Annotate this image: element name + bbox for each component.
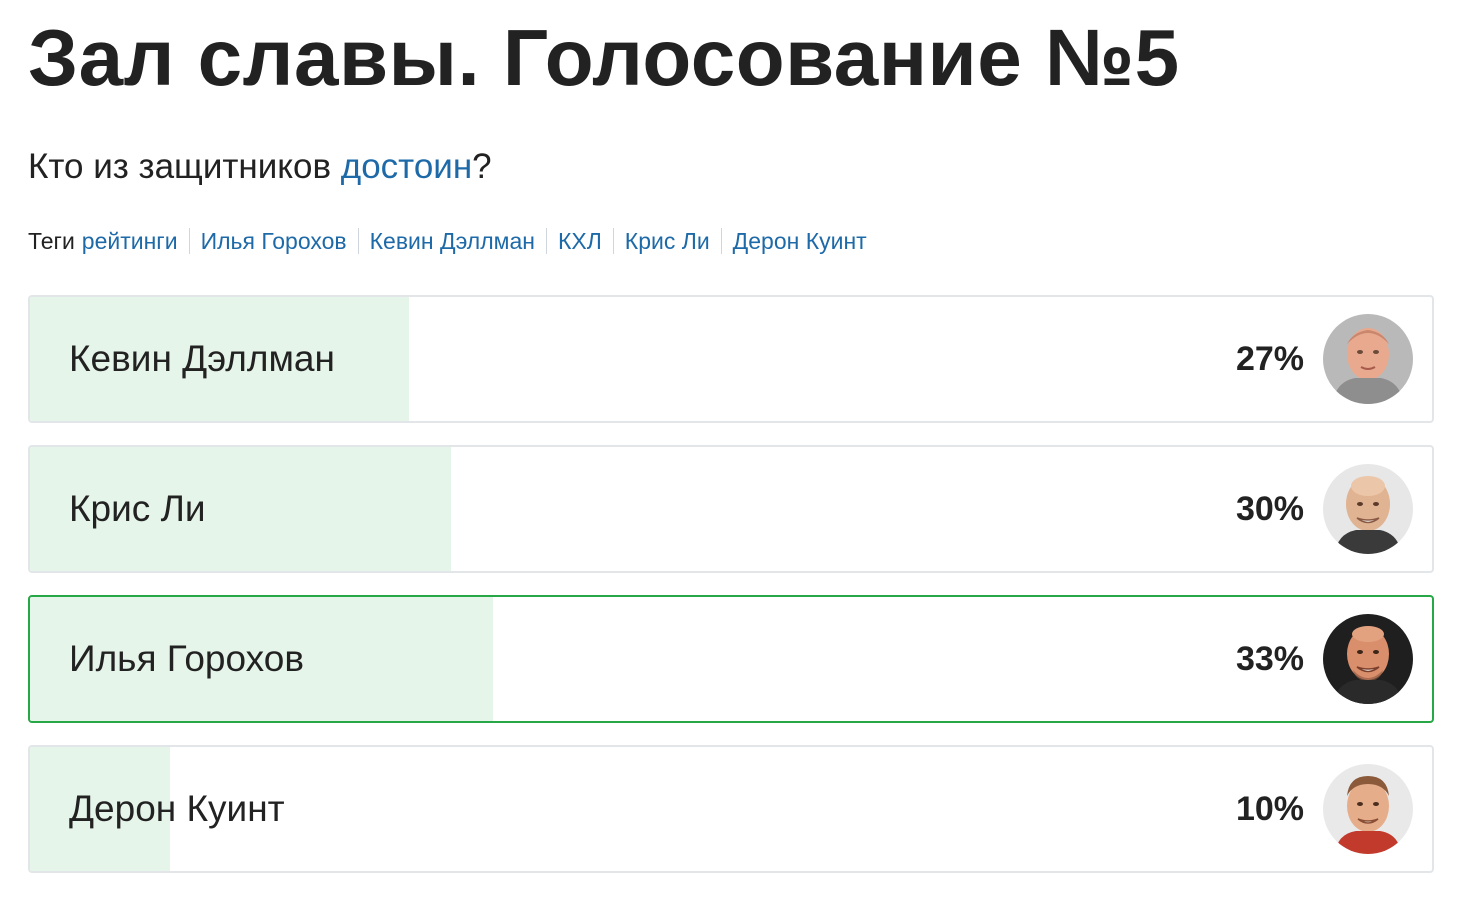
question-link[interactable]: достоин [341,147,472,186]
poll-option[interactable]: Дерон Куинт 10% [28,745,1434,873]
player-avatar-icon [1323,614,1413,704]
player-avatar-icon [1323,314,1413,404]
tag-link[interactable]: рейтинги [82,228,189,254]
option-percent: 10% [1235,789,1304,828]
tags-bar: Теги рейтинги Илья Горохов Кевин Дэллман… [28,226,878,256]
tag-link[interactable]: Дерон Куинт [720,228,878,254]
poll-option[interactable]: Илья Горохов 33% [28,595,1434,723]
poll-question: Кто из защитников достоин? [28,146,492,188]
poll-option[interactable]: Крис Ли 30% [28,445,1434,573]
option-name: Илья Горохов [69,638,304,679]
tags-label: Теги [28,228,75,254]
option-percent: 30% [1235,489,1304,528]
option-name: Кевин Дэллман [69,338,335,379]
tag-link[interactable]: Илья Горохов [188,228,358,254]
option-percent: 27% [1235,339,1304,378]
tag-link[interactable]: Кевин Дэллман [357,228,546,254]
option-name: Крис Ли [69,488,206,529]
tag-link[interactable]: Крис Ли [612,228,721,254]
question-text: Кто из защитников [28,147,341,186]
option-name: Дерон Куинт [69,788,285,829]
tag-link[interactable]: КХЛ [545,228,613,254]
player-avatar-icon [1323,764,1413,854]
option-percent: 33% [1235,639,1304,678]
poll-option[interactable]: Кевин Дэллман 27% [28,295,1434,423]
poll-options: Кевин Дэллман 27% Крис Ли 30% Илья Горох… [28,295,1434,895]
player-avatar-icon [1323,464,1413,554]
page-title: Зал славы. Голосование №5 [28,13,1180,102]
question-mark: ? [472,147,492,186]
